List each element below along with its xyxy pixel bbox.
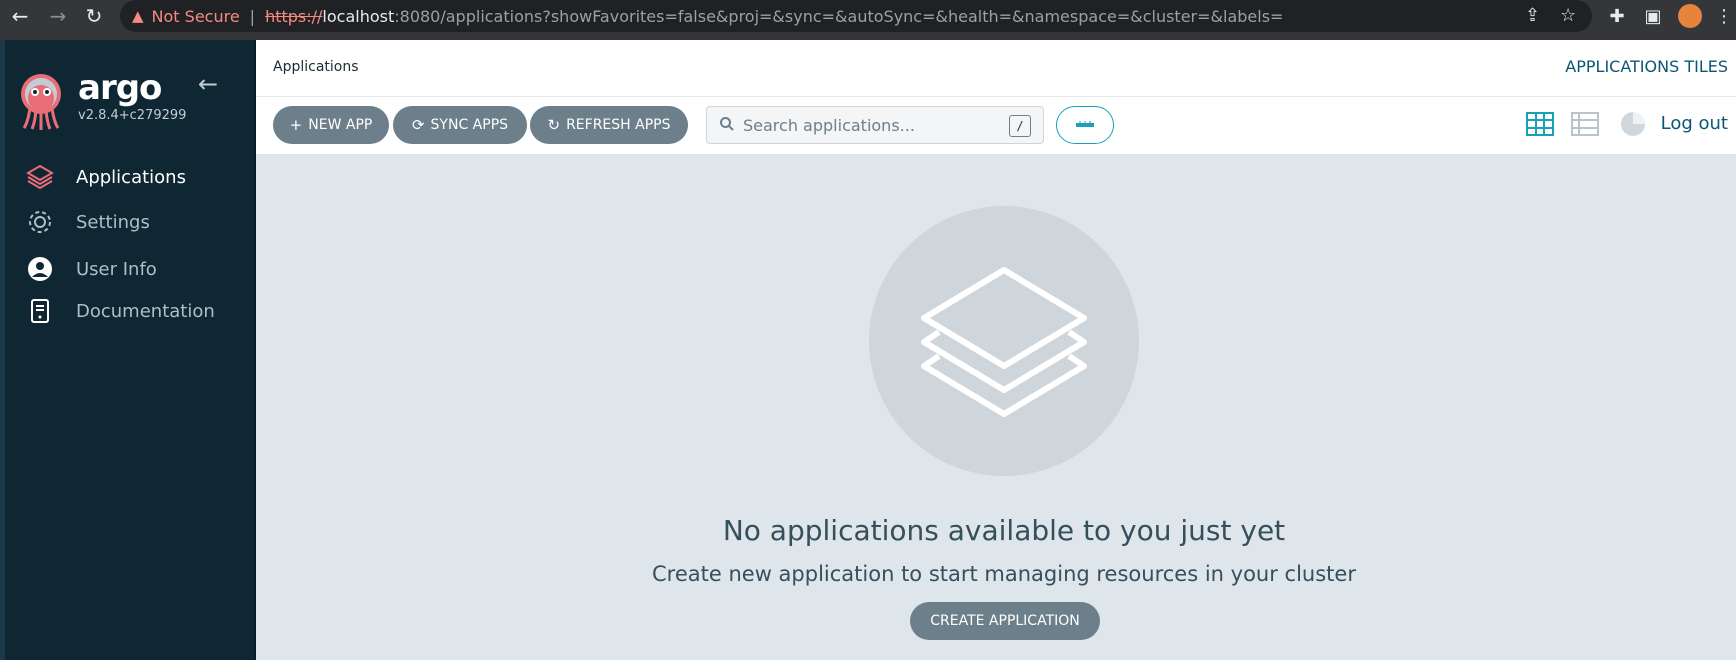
sidepanel-icon[interactable]: ▣ xyxy=(1641,4,1665,28)
sidebar-item-label: Documentation xyxy=(76,300,215,322)
new-app-label: NEW APP xyxy=(308,117,373,133)
main-content: No applications available to you just ye… xyxy=(256,154,1736,660)
sidebar-edge xyxy=(0,40,5,660)
url-path: :8080/applications?showFavorites=false&p… xyxy=(394,6,1284,26)
sync-icon: ⟳ xyxy=(411,116,425,134)
brand-name: argo xyxy=(78,68,162,108)
new-app-button[interactable]: + NEW APP xyxy=(273,106,389,144)
breadcrumb[interactable]: Applications xyxy=(273,59,359,75)
menu-icon[interactable]: ⋮ xyxy=(1712,4,1736,28)
sidebar: argo v2.8.4+c279299 ← Applications Setti… xyxy=(0,40,256,660)
refresh-apps-button[interactable]: ↻ REFRESH APPS xyxy=(530,106,688,144)
search-input[interactable] xyxy=(743,115,993,135)
sync-apps-button[interactable]: ⟳ SYNC APPS xyxy=(393,106,527,144)
gear-icon xyxy=(26,208,54,236)
empty-state-title: No applications available to you just ye… xyxy=(722,514,1286,547)
refresh-apps-label: REFRESH APPS xyxy=(566,117,671,133)
empty-state-subtitle: Create new application to start managing… xyxy=(652,562,1356,586)
browser-toolbar: ← → ↻ ▲ Not Secure | https://localhost:8… xyxy=(0,0,1736,40)
view-title: APPLICATIONS TILES xyxy=(1565,57,1728,76)
profile-avatar[interactable] xyxy=(1678,4,1702,28)
create-application-button[interactable]: CREATE APPLICATION xyxy=(910,602,1100,640)
refresh-icon: ↻ xyxy=(547,116,561,134)
bookmark-star-icon[interactable]: ☆ xyxy=(1560,5,1576,26)
layers-icon xyxy=(26,163,54,191)
sidebar-item-label: Settings xyxy=(76,211,150,233)
sidebar-item-applications[interactable]: Applications xyxy=(0,157,254,197)
plus-icon: + xyxy=(289,116,303,134)
summary-pie-icon[interactable] xyxy=(1618,109,1648,139)
search-shortcut-key: / xyxy=(1009,115,1031,137)
collapse-arrow-icon[interactable]: ← xyxy=(198,70,218,98)
toolbar: + NEW APP ⟳ SYNC APPS ↻ REFRESH APPS / L… xyxy=(256,97,1736,154)
empty-state-illustration xyxy=(869,206,1139,476)
sync-apps-label: SYNC APPS xyxy=(430,117,509,133)
sidebar-item-label: Applications xyxy=(76,166,186,188)
sidebar-item-label: User Info xyxy=(76,258,157,280)
filter-toggle-button[interactable] xyxy=(1056,106,1114,144)
page-header: Applications APPLICATIONS TILES xyxy=(256,40,1736,97)
logout-link[interactable]: Log out xyxy=(1661,113,1728,134)
tiles-view-icon[interactable] xyxy=(1525,109,1555,139)
version-label: v2.8.4+c279299 xyxy=(78,108,187,123)
warning-icon: ▲ xyxy=(132,7,144,25)
argo-logo-icon xyxy=(21,74,61,130)
stacked-layers-icon xyxy=(921,267,1087,417)
security-label[interactable]: Not Secure xyxy=(152,7,240,26)
extensions-icon[interactable]: ✚ xyxy=(1605,4,1629,28)
book-icon xyxy=(26,297,54,325)
url-host: localhost xyxy=(322,6,395,26)
list-view-icon[interactable] xyxy=(1570,109,1600,139)
reload-icon[interactable]: ↻ xyxy=(80,0,108,32)
sidebar-item-settings[interactable]: Settings xyxy=(0,202,254,242)
url-scheme: https:// xyxy=(265,6,323,26)
ruler-icon xyxy=(1076,121,1094,127)
address-bar[interactable]: ▲ Not Secure | https://localhost:8080/ap… xyxy=(120,0,1592,32)
address-separator: | xyxy=(249,6,256,26)
forward-icon[interactable]: → xyxy=(44,0,72,32)
share-icon[interactable]: ⇪ xyxy=(1525,5,1540,26)
user-icon xyxy=(26,255,54,283)
sidebar-item-documentation[interactable]: Documentation xyxy=(0,291,254,331)
search-box: / xyxy=(706,106,1044,144)
sidebar-item-user-info[interactable]: User Info xyxy=(0,249,254,289)
search-icon xyxy=(720,117,734,131)
back-icon[interactable]: ← xyxy=(6,0,34,32)
